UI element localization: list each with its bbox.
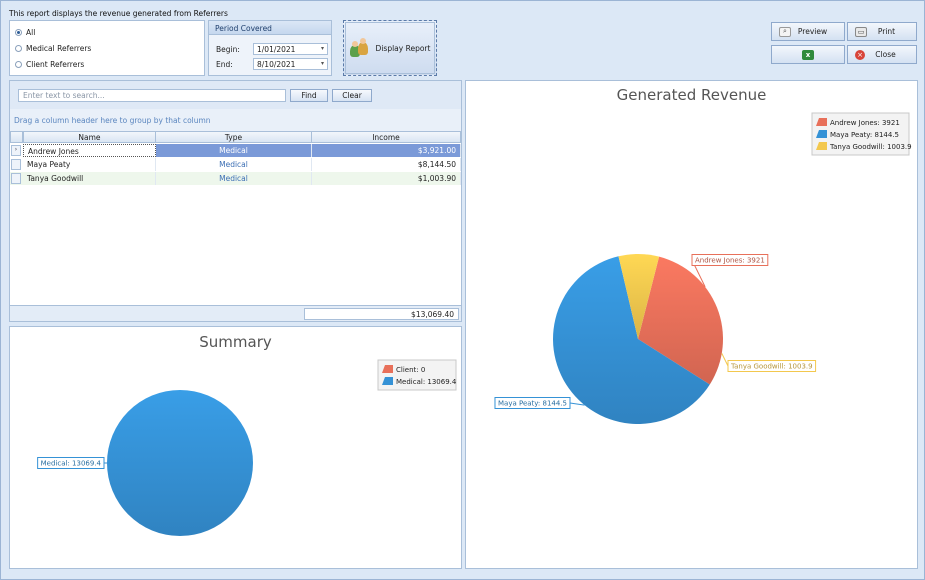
end-date-picker[interactable]: 8/10/2021 ▾: [253, 58, 328, 70]
search-bar: Enter text to search... Find Clear: [10, 81, 461, 109]
row-indicator-header: [10, 131, 23, 143]
end-row: End: 8/10/2021 ▾: [216, 58, 328, 70]
legend-entry: Maya Peaty: 8144.5: [830, 131, 899, 139]
cell-name[interactable]: Andrew Jones: [23, 144, 156, 157]
row-indicator: [11, 159, 21, 170]
revenue-pie-chart: Generated Revenue Andrew Jones: 3921 Maya …: [494, 86, 912, 424]
cell-income[interactable]: $1,003.90: [312, 172, 461, 185]
cell-type[interactable]: Medical: [156, 158, 312, 171]
pie-slice: [107, 390, 253, 536]
group-by-panel[interactable]: Drag a column header here to group by th…: [10, 109, 461, 131]
column-header-type[interactable]: Type: [155, 131, 312, 143]
callout-leader: [569, 402, 585, 406]
report-description: This report displays the revenue generat…: [9, 9, 228, 18]
print-label: Print: [877, 27, 896, 36]
column-header-name[interactable]: Name: [23, 131, 156, 143]
cell-type[interactable]: Medical: [156, 144, 312, 157]
filter-medical-label: Medical Referrers: [26, 44, 92, 53]
report-window: This report displays the revenue generat…: [0, 0, 925, 580]
income-total: $13,069.40: [304, 308, 459, 320]
begin-row: Begin: 1/01/2021 ▾: [216, 43, 328, 55]
filter-all-label: All: [26, 28, 36, 37]
filter-medical-option[interactable]: Medical Referrers: [15, 44, 91, 53]
find-button[interactable]: Find: [290, 89, 328, 102]
row-indicator: [11, 173, 21, 184]
legend-entry: Andrew Jones: 3921: [830, 119, 900, 127]
callout-label: Tanya Goodwill: 1003.9: [730, 363, 813, 371]
end-label: End:: [216, 59, 233, 69]
row-selected-indicator: ›: [11, 145, 21, 156]
printer-icon: ▭: [855, 26, 867, 37]
grid-footer: $13,069.40: [10, 305, 461, 321]
begin-label: Begin:: [216, 44, 240, 54]
chart-title: Generated Revenue: [617, 86, 767, 104]
legend-entry: Medical: 13069.4: [396, 378, 457, 386]
period-title: Period Covered: [209, 21, 331, 35]
table-row[interactable]: › Andrew Jones Medical $3,921.00: [10, 144, 461, 157]
chevron-down-icon[interactable]: ▾: [321, 45, 324, 52]
table-row[interactable]: Tanya Goodwill Medical $1,003.90: [10, 172, 461, 185]
period-covered-group: Period Covered Begin: 1/01/2021 ▾ End: 8…: [208, 20, 332, 76]
referrer-grid-panel: Enter text to search... Find Clear Drag …: [9, 80, 462, 322]
preview-label: Preview: [797, 27, 828, 36]
referrer-filter-group: All Medical Referrers Client Referrers: [9, 20, 205, 76]
summary-pie-chart: Summary Client: 0 Medical: 13069.4 Medical:…: [37, 333, 457, 536]
callout-leader: [721, 353, 729, 367]
begin-date-picker[interactable]: 1/01/2021 ▾: [253, 43, 328, 55]
callout-label: Andrew Jones: 3921: [695, 257, 765, 265]
cell-income[interactable]: $3,921.00: [312, 144, 461, 157]
filter-client-option[interactable]: Client Referrers: [15, 60, 84, 69]
close-label: Close: [875, 50, 896, 59]
radio-all[interactable]: [15, 29, 22, 36]
callout-label: Maya Peaty: 8144.5: [498, 400, 567, 408]
callout-label: Medical: 13069.4: [41, 460, 102, 468]
preview-button[interactable]: ⌕ Preview: [771, 22, 845, 41]
referrers-icon: [349, 38, 368, 57]
chevron-down-icon[interactable]: ▾: [321, 60, 324, 67]
preview-icon: ⌕: [779, 26, 791, 37]
cell-name[interactable]: Tanya Goodwill: [23, 172, 156, 185]
search-input[interactable]: Enter text to search...: [18, 89, 286, 102]
end-date-value: 8/10/2021: [257, 60, 296, 69]
radio-medical[interactable]: [15, 45, 22, 52]
print-button[interactable]: ▭ Print: [847, 22, 917, 41]
filter-all-option[interactable]: All: [15, 28, 35, 37]
cell-type[interactable]: Medical: [156, 172, 312, 185]
chart-title: Summary: [199, 333, 272, 351]
radio-client[interactable]: [15, 61, 22, 68]
column-header-income[interactable]: Income: [311, 131, 461, 143]
display-report-button[interactable]: Display Report: [343, 20, 437, 76]
summary-chart-panel: Summary Client: 0 Medical: 13069.4 Medical:…: [9, 326, 462, 569]
legend-entry: Tanya Goodwill: 1003.9: [829, 143, 912, 151]
clear-button[interactable]: Clear: [332, 89, 372, 102]
excel-icon: x: [802, 49, 814, 60]
cell-income[interactable]: $8,144.50: [312, 158, 461, 171]
revenue-chart-panel: Generated Revenue Andrew Jones: 3921 Maya …: [465, 80, 918, 569]
export-excel-button[interactable]: x: [771, 45, 845, 64]
display-report-label: Display Report: [375, 43, 431, 53]
begin-date-value: 1/01/2021: [257, 45, 296, 54]
close-icon: ×: [855, 49, 865, 60]
cell-name[interactable]: Maya Peaty: [23, 158, 156, 171]
close-button[interactable]: × Close: [847, 45, 917, 64]
table-row[interactable]: Maya Peaty Medical $8,144.50: [10, 158, 461, 171]
filter-client-label: Client Referrers: [26, 60, 85, 69]
legend-entry: Client: 0: [396, 366, 425, 374]
